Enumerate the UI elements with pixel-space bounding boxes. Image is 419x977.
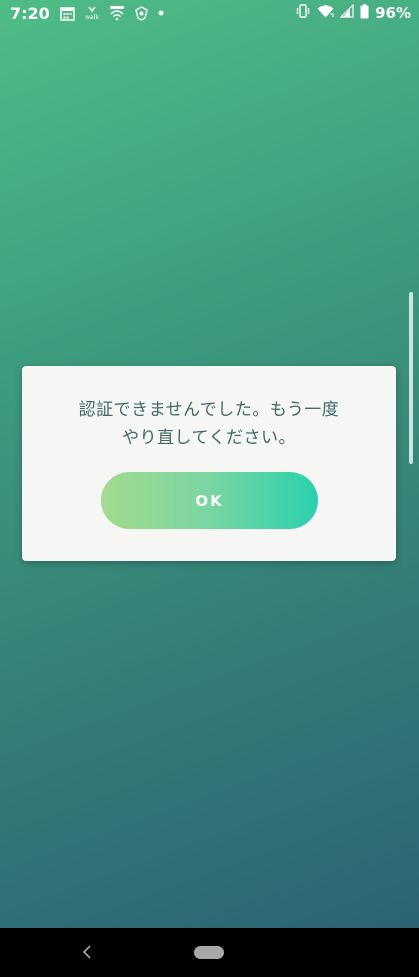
wifi-icon xyxy=(317,4,334,22)
walk-icon: walk xyxy=(84,5,100,21)
dialog-message: 認証できませんでした。もう一度 やり直してください。 xyxy=(78,400,340,448)
signal-icon xyxy=(339,3,354,22)
status-left-icons: walk xyxy=(60,5,164,21)
screen: 7:20 walk 96% 認証できませんでした。もう一度 やり直してください。… xyxy=(0,0,419,977)
status-right-icons: 96% xyxy=(295,3,411,23)
ok-button[interactable]: OK xyxy=(101,472,318,529)
scrollbar[interactable] xyxy=(409,292,413,464)
shield-app-icon xyxy=(134,5,149,21)
vibrate-icon xyxy=(295,4,311,22)
battery-icon xyxy=(360,3,369,23)
battery-percent: 96% xyxy=(375,4,411,22)
back-icon[interactable] xyxy=(78,942,98,962)
home-pill-icon[interactable] xyxy=(194,946,224,959)
error-dialog: 認証できませんでした。もう一度 やり直してください。 OK xyxy=(22,366,396,561)
navigation-bar xyxy=(0,928,419,977)
status-bar: 7:20 walk 96% xyxy=(0,0,419,26)
notification-dot-icon xyxy=(158,5,164,21)
calendar-icon xyxy=(60,5,75,21)
status-time: 7:20 xyxy=(10,3,50,23)
walk-label: walk xyxy=(85,14,99,21)
wifi-calling-icon xyxy=(109,5,125,21)
